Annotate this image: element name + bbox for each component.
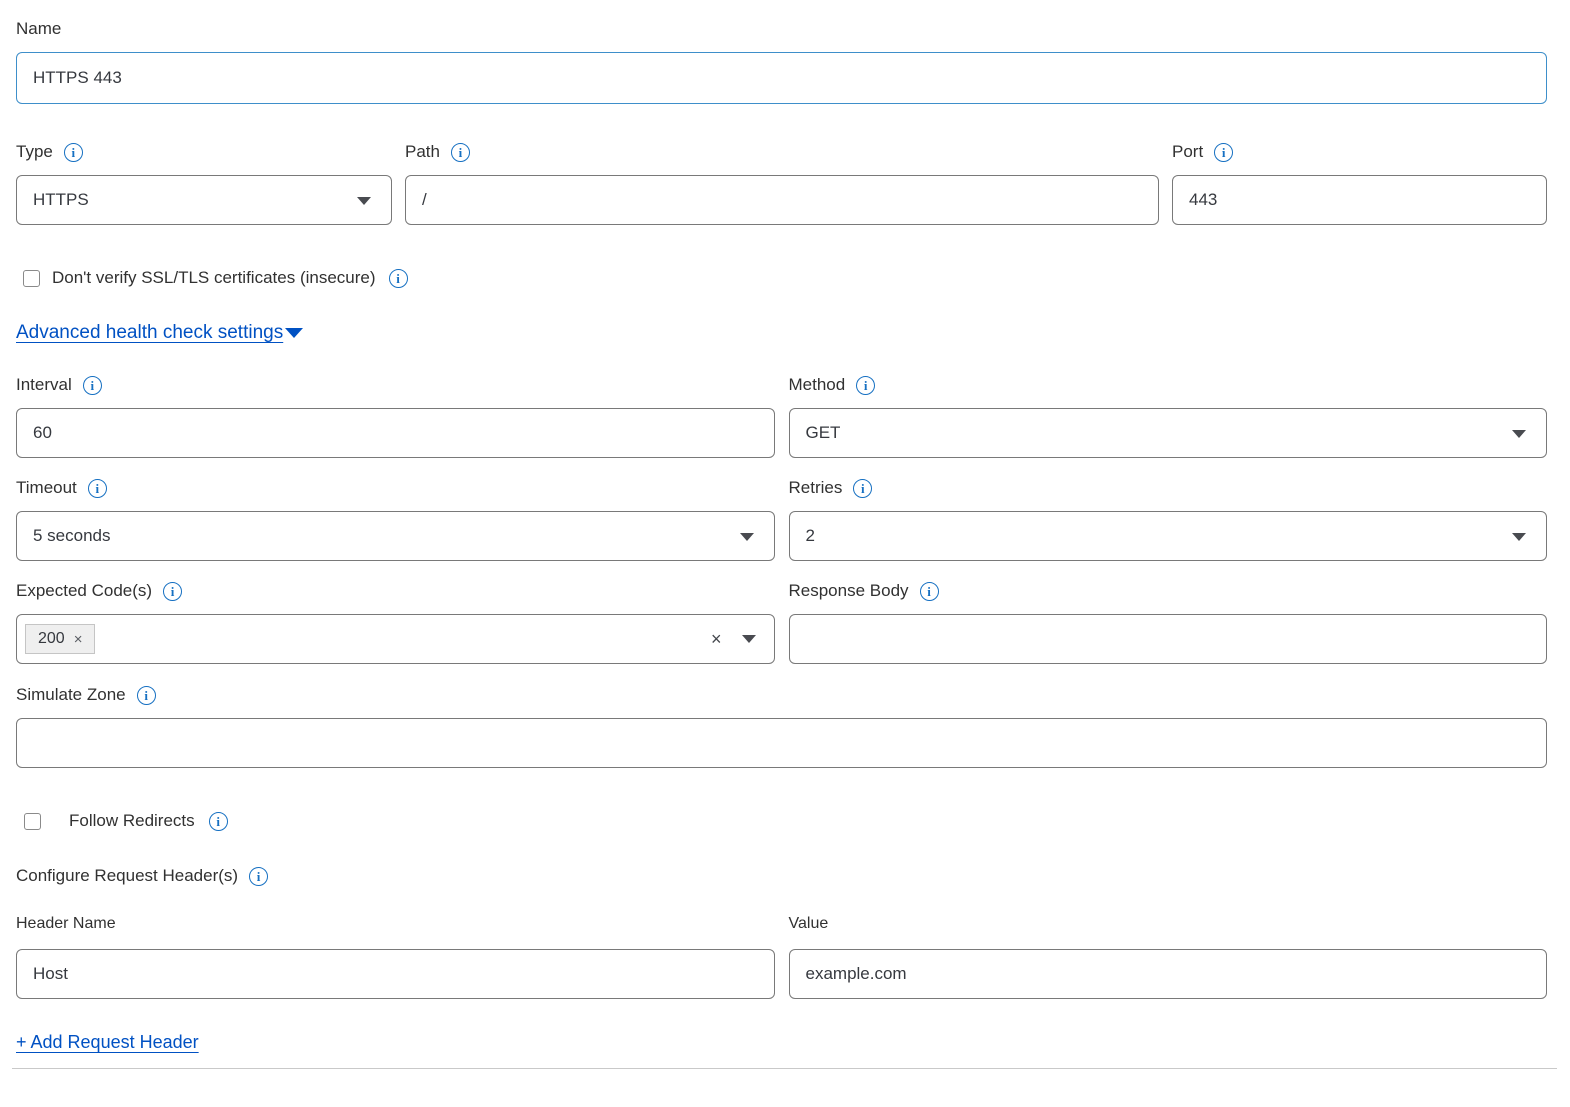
field-response-body: Response Body i (789, 580, 1548, 664)
chevron-down-icon (357, 197, 371, 205)
info-icon[interactable]: i (389, 269, 408, 288)
simulate-zone-input[interactable] (16, 718, 1547, 768)
verify-ssl-row: Don't verify SSL/TLS certificates (insec… (16, 268, 1547, 288)
interval-label: Interval (16, 374, 72, 396)
retries-select-value: 2 (806, 526, 815, 546)
follow-redirects-label: Follow Redirects (69, 811, 195, 831)
field-header-name: Header Name (16, 914, 775, 999)
interval-method-row: Interval i Method i GET (16, 374, 1547, 458)
info-icon[interactable]: i (83, 376, 102, 395)
info-icon[interactable]: i (451, 143, 470, 162)
field-expected-codes: Expected Code(s) i 200 × × (16, 580, 775, 664)
port-label: Port (1172, 141, 1203, 163)
path-input[interactable] (405, 175, 1159, 225)
info-icon[interactable]: i (137, 686, 156, 705)
header-value-label: Value (789, 914, 1548, 934)
codes-body-row: Expected Code(s) i 200 × × Response Body… (16, 580, 1547, 664)
chevron-down-icon (740, 533, 754, 541)
divider (12, 1068, 1557, 1069)
advanced-settings-row: Advanced health check settings (16, 322, 1547, 344)
info-icon[interactable]: i (88, 479, 107, 498)
clear-all-icon[interactable]: × (711, 630, 722, 648)
response-body-label: Response Body (789, 580, 909, 602)
header-name-label: Header Name (16, 914, 775, 934)
field-type: Type i HTTPS (16, 141, 392, 225)
chevron-down-icon (1512, 430, 1526, 438)
info-icon[interactable]: i (853, 479, 872, 498)
timeout-select[interactable]: 5 seconds (16, 511, 775, 561)
name-label: Name (16, 18, 61, 40)
chevron-down-icon[interactable] (285, 328, 303, 338)
field-interval: Interval i (16, 374, 775, 458)
timeout-select-value: 5 seconds (33, 526, 111, 546)
remove-tag-icon[interactable]: × (74, 632, 83, 647)
follow-redirects-checkbox[interactable] (24, 813, 41, 830)
expected-codes-label: Expected Code(s) (16, 580, 152, 602)
add-request-header-row: + Add Request Header (16, 1032, 1547, 1053)
interval-input[interactable] (16, 408, 775, 458)
expected-code-tag-label: 200 (38, 631, 65, 647)
method-select-value: GET (806, 423, 841, 443)
field-retries: Retries i 2 (789, 477, 1548, 561)
request-headers-section-label: Configure Request Header(s) (16, 865, 238, 887)
chevron-down-icon (1512, 533, 1526, 541)
type-select-value: HTTPS (33, 190, 89, 210)
field-header-value: Value (789, 914, 1548, 999)
info-icon[interactable]: i (64, 143, 83, 162)
port-input[interactable] (1172, 175, 1547, 225)
verify-ssl-label: Don't verify SSL/TLS certificates (insec… (52, 268, 376, 288)
field-simulate-zone: Simulate Zone i (16, 684, 1547, 768)
method-select[interactable]: GET (789, 408, 1548, 458)
info-icon[interactable]: i (856, 376, 875, 395)
add-request-header-link[interactable]: + Add Request Header (16, 1032, 199, 1052)
field-method: Method i GET (789, 374, 1548, 458)
follow-redirects-row: Follow Redirects i (16, 811, 1547, 831)
method-label: Method (789, 374, 846, 396)
header-value-input[interactable] (789, 949, 1548, 999)
expected-codes-multiselect[interactable]: 200 × × (16, 614, 775, 664)
simulate-zone-label: Simulate Zone (16, 684, 126, 706)
info-icon[interactable]: i (209, 812, 228, 831)
verify-ssl-checkbox[interactable] (23, 270, 40, 287)
field-path: Path i (405, 141, 1159, 225)
response-body-input[interactable] (789, 614, 1548, 664)
info-icon[interactable]: i (1214, 143, 1233, 162)
type-select[interactable]: HTTPS (16, 175, 392, 225)
retries-select[interactable]: 2 (789, 511, 1548, 561)
request-header-row: Header Name Value (16, 914, 1547, 999)
field-timeout: Timeout i 5 seconds (16, 477, 775, 561)
info-icon[interactable]: i (920, 582, 939, 601)
field-port: Port i (1172, 141, 1547, 225)
retries-label: Retries (789, 477, 843, 499)
expected-code-tag: 200 × (25, 624, 95, 654)
info-icon[interactable]: i (249, 867, 268, 886)
request-headers-section-label-row: Configure Request Header(s) i (16, 865, 1547, 887)
path-label: Path (405, 141, 440, 163)
chevron-down-icon[interactable] (742, 635, 756, 643)
type-label: Type (16, 141, 53, 163)
info-icon[interactable]: i (163, 582, 182, 601)
header-name-input[interactable] (16, 949, 775, 999)
advanced-settings-link[interactable]: Advanced health check settings (16, 322, 283, 344)
field-name: Name (16, 18, 1547, 104)
type-path-port-row: Type i HTTPS Path i Port i (16, 141, 1547, 225)
name-input[interactable] (16, 52, 1547, 104)
timeout-retries-row: Timeout i 5 seconds Retries i 2 (16, 477, 1547, 561)
timeout-label: Timeout (16, 477, 77, 499)
